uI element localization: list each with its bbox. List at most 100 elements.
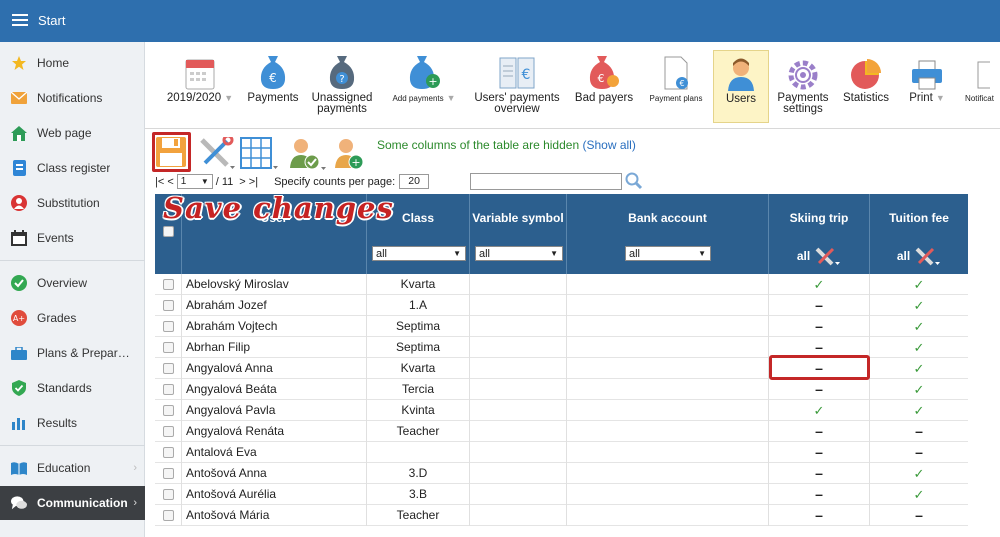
pager-next-last[interactable]: > >|	[239, 176, 258, 188]
school-year-selector[interactable]: 2019/2020 ▼	[163, 52, 237, 104]
sidebar-item-class-register[interactable]: Class register	[0, 151, 145, 185]
tuition-fee-status[interactable]: ✓	[870, 274, 968, 295]
skiing-trip-status[interactable]: –	[769, 316, 870, 337]
tuition-fee-status[interactable]: –	[870, 442, 968, 463]
sidebar-item-substitution[interactable]: Substitution	[0, 186, 145, 220]
table-row[interactable]: Antalová Eva – –	[155, 442, 968, 463]
row-checkbox[interactable]	[163, 342, 174, 353]
dash-icon: –	[815, 465, 823, 481]
variable-symbol	[470, 274, 567, 295]
payments-settings-button[interactable]: Payments settings	[773, 52, 833, 115]
sidebar-item-plans[interactable]: Plans & Prepar…	[0, 336, 145, 370]
table-row[interactable]: Angyalová Pavla Kvinta ✓ ✓	[155, 400, 968, 421]
shield-icon	[11, 380, 27, 396]
sidebar-item-results[interactable]: Results	[0, 406, 145, 440]
sidebar-item-overview[interactable]: Overview	[0, 266, 145, 300]
skiing-trip-status[interactable]: –	[769, 484, 870, 505]
sidebar-item-standards[interactable]: Standards	[0, 371, 145, 405]
tuition-fee-status[interactable]: ✓	[870, 400, 968, 421]
hamburger-menu-icon[interactable]	[12, 14, 28, 27]
print-button[interactable]: Print ▼	[899, 52, 955, 104]
sidebar-item-notifications[interactable]: Notifications	[0, 81, 145, 115]
skiing-trip-status[interactable]: –	[769, 421, 870, 442]
add-payments-button[interactable]: + Add payments ▼	[385, 52, 463, 104]
users-button[interactable]: Users	[713, 50, 769, 123]
statistics-button[interactable]: Statistics	[839, 52, 893, 104]
user-name: Abelovský Miroslav	[182, 274, 367, 295]
sidebar-item-events[interactable]: Events	[0, 221, 145, 255]
notifications-button[interactable]: Notificat	[959, 52, 1000, 104]
table-row[interactable]: Angyalová Beáta Tercia – ✓	[155, 379, 968, 400]
column-variable-symbol[interactable]: Variable symbol all ▼	[470, 194, 567, 274]
skiing-trip-status[interactable]: ✓	[769, 400, 870, 421]
skiing-trip-status[interactable]: –	[769, 379, 870, 400]
table-row[interactable]: Abrahám Vojtech Septima – ✓	[155, 316, 968, 337]
tuition-fee-status[interactable]: ✓	[870, 484, 968, 505]
skiing-trip-status[interactable]: –	[769, 505, 870, 526]
row-checkbox[interactable]	[163, 321, 174, 332]
table-row[interactable]: Abelovský Miroslav Kvarta ✓ ✓	[155, 274, 968, 295]
search-icon[interactable]	[625, 172, 643, 193]
sidebar-item-communication[interactable]: Communication ›	[0, 486, 145, 520]
row-checkbox[interactable]	[163, 363, 174, 374]
skiing-trip-status[interactable]: –	[769, 463, 870, 484]
tuition-fee-status[interactable]: ✓	[870, 295, 968, 316]
tuition-fee-status[interactable]: ✓	[870, 358, 968, 379]
column-skiing-trip[interactable]: Skiing trip all	[769, 194, 870, 274]
tuition-fee-status[interactable]: ✓	[870, 463, 968, 484]
class-filter-select[interactable]: all ▼	[372, 246, 466, 261]
payment-plans-button[interactable]: € Payment plans	[643, 52, 709, 104]
sidebar-item-web-page[interactable]: Web page	[0, 116, 145, 150]
table-row[interactable]: Antošová Aurélia 3.B – ✓	[155, 484, 968, 505]
sidebar-item-home[interactable]: Home	[0, 46, 145, 80]
skiing-trip-status[interactable]: –	[769, 295, 870, 316]
counts-per-page-input[interactable]: 20	[399, 174, 430, 189]
row-checkbox[interactable]	[163, 279, 174, 290]
table-row[interactable]: Abrahám Jozef 1.A – ✓	[155, 295, 968, 316]
column-bank-account[interactable]: Bank account all ▼	[567, 194, 769, 274]
skiing-trip-status[interactable]: –	[769, 442, 870, 463]
variable-symbol	[470, 379, 567, 400]
row-checkbox[interactable]	[163, 489, 174, 500]
row-checkbox[interactable]	[163, 468, 174, 479]
page-select[interactable]: 1 ▼	[176, 174, 213, 189]
row-checkbox[interactable]	[163, 405, 174, 416]
users-payments-overview-button[interactable]: € Users' payments overview	[467, 52, 567, 115]
tuition-fee-status[interactable]: –	[870, 505, 968, 526]
skiing-trip-filter[interactable]: all	[769, 246, 869, 266]
row-checkbox[interactable]	[163, 447, 174, 458]
table-row[interactable]: Antošová Mária Teacher – –	[155, 505, 968, 526]
pager-first-prev[interactable]: |< <	[155, 176, 174, 188]
add-user-icon[interactable]: +	[332, 136, 364, 173]
table-row[interactable]: Angyalová Renáta Teacher – –	[155, 421, 968, 442]
tools-icon[interactable]	[199, 134, 235, 172]
svg-text:+: +	[351, 156, 360, 169]
tuition-fee-status[interactable]: –	[870, 421, 968, 442]
table-row[interactable]: Antošová Anna 3.D – ✓	[155, 463, 968, 484]
unassigned-payments-button[interactable]: ? Unassigned payments	[307, 52, 377, 115]
sidebar-divider	[0, 260, 145, 261]
save-icon[interactable]	[155, 136, 187, 171]
payments-button[interactable]: € Payments	[243, 52, 303, 104]
select-all-checkbox[interactable]	[163, 226, 174, 237]
column-tuition-fee[interactable]: Tuition fee all	[870, 194, 968, 274]
tuition-fee-status[interactable]: ✓	[870, 337, 968, 358]
tuition-fee-status[interactable]: ✓	[870, 379, 968, 400]
row-checkbox[interactable]	[163, 300, 174, 311]
app-title: Start	[38, 13, 66, 28]
user-approve-icon[interactable]	[287, 136, 327, 173]
row-checkbox[interactable]	[163, 426, 174, 437]
sidebar-item-grades[interactable]: A+ Grades	[0, 301, 145, 335]
bad-payers-button[interactable]: € Bad payers	[571, 52, 637, 104]
show-all-link[interactable]: (Show all)	[582, 138, 635, 152]
tuition-fee-status[interactable]: ✓	[870, 316, 968, 337]
skiing-trip-status[interactable]: ✓	[769, 274, 870, 295]
columns-grid-icon[interactable]	[240, 137, 282, 172]
search-input[interactable]	[470, 173, 622, 190]
bank-account-filter-select[interactable]: all ▼	[625, 246, 711, 261]
sidebar-item-education[interactable]: Education ›	[0, 451, 145, 485]
variable-symbol-filter-select[interactable]: all ▼	[475, 246, 563, 261]
row-checkbox[interactable]	[163, 510, 174, 521]
tuition-fee-filter[interactable]: all	[870, 246, 968, 266]
row-checkbox[interactable]	[163, 384, 174, 395]
